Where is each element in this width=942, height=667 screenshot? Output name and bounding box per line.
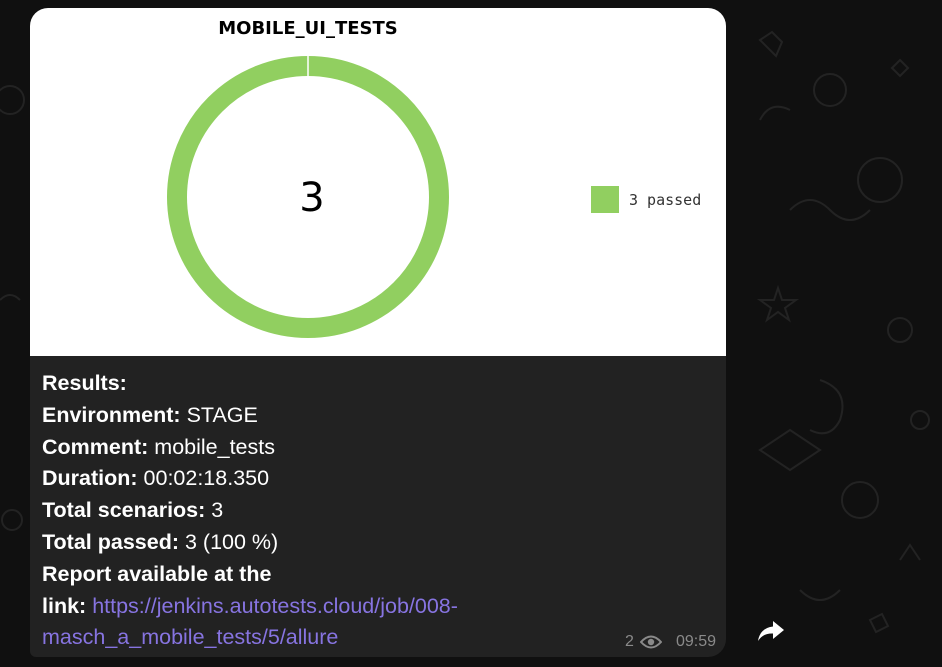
report-link-continued[interactable]: masch_a_mobile_tests/5/allure [42, 625, 338, 649]
view-count: 2 [625, 633, 634, 650]
environment-label: Environment: [42, 402, 181, 427]
chart-title: MOBILE_UI_TESTS [218, 18, 398, 39]
scenarios-label: Total scenarios: [42, 498, 206, 523]
forward-button[interactable] [754, 617, 788, 645]
report-label: Report available at the [42, 561, 272, 586]
message-bubble[interactable]: MOBILE_UI_TESTS 3 3 passed Results: Enviro… [30, 8, 726, 657]
legend-swatch-0 [591, 186, 619, 213]
results-label: Results: [42, 371, 127, 395]
passed-value: 3 (100 %) [184, 529, 279, 554]
report-link-label: link: [42, 593, 87, 618]
eye-icon [639, 635, 662, 649]
donut-chart: MOBILE_UI_TESTS 3 3 passed [167, 18, 701, 338]
donut-center-label: 3 [299, 175, 324, 221]
message-time: 09:59 [675, 633, 716, 650]
message-text: Results: Environment: STAGE Comment: mob… [42, 368, 542, 654]
report-link[interactable]: https://jenkins.autotests.cloud/job/008- [92, 594, 458, 618]
forward-arrow-icon [758, 621, 784, 641]
scenarios-value: 3 [211, 498, 224, 523]
legend-label-0: 3 passed [629, 191, 701, 209]
passed-label: Total passed: [42, 529, 179, 554]
duration-label: Duration: [42, 466, 138, 491]
message-meta: 2 09:59 [625, 633, 716, 651]
comment-value: mobile_tests [154, 434, 275, 459]
duration-value: 00:02:18.350 [143, 466, 270, 491]
chart-image[interactable]: MOBILE_UI_TESTS 3 3 passed [30, 8, 726, 356]
environment-value: STAGE [186, 402, 258, 427]
comment-label: Comment: [42, 434, 149, 459]
